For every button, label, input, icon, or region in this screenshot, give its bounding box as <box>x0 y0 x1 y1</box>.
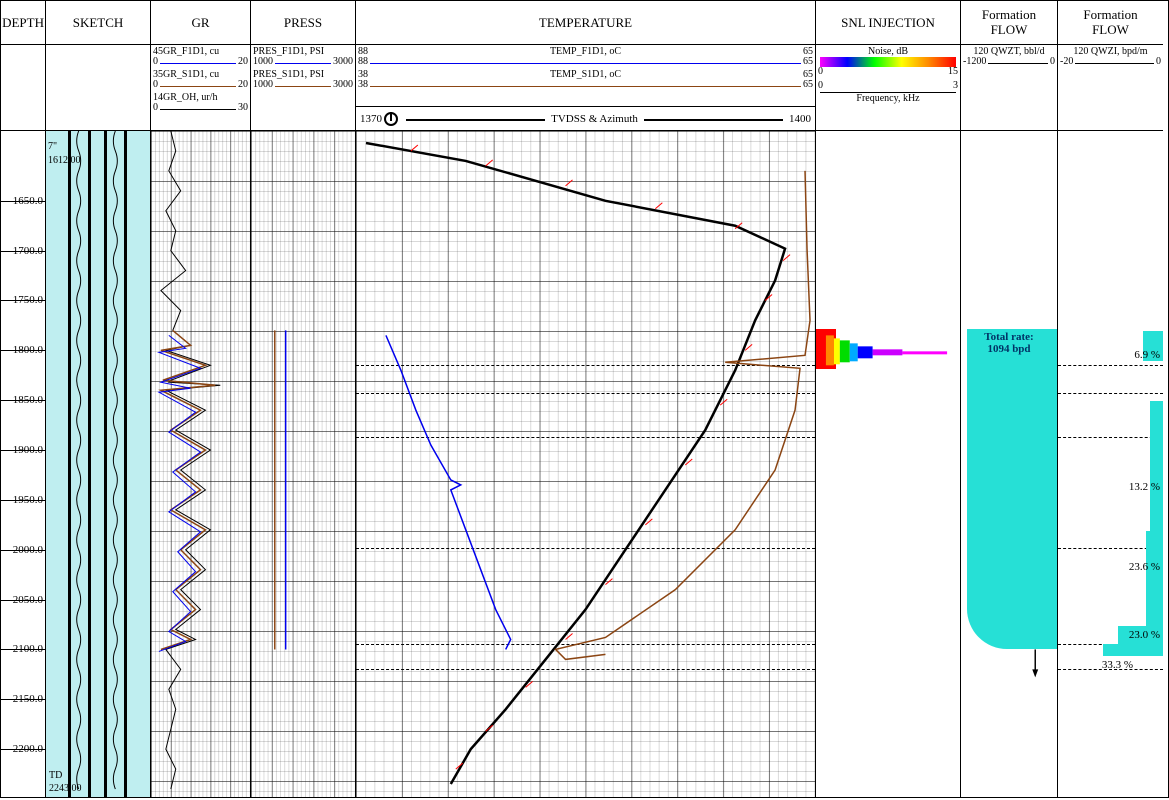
flow1-plot: Total rate: 1094 bpd <box>961 131 1057 797</box>
flow2-pct-2: 23.6 % <box>1129 561 1160 573</box>
snl-plot <box>816 131 960 797</box>
track-snl-title: SNL INJECTION <box>816 1 960 45</box>
snl-legend: Noise, dB 0 15 0 3 Frequency, kHz <box>816 45 960 131</box>
snl-noise-label: Noise, dB <box>868 46 908 57</box>
snl-noise-max: 15 <box>948 67 958 77</box>
track-depth-title: DEPTH <box>1 1 45 45</box>
flow2-min: -20 <box>1060 57 1073 67</box>
track-press-title: PRESS <box>251 1 355 45</box>
snl-colorbar <box>820 57 956 67</box>
track-gr-title: GR <box>151 1 250 45</box>
snl-freq-label: Frequency, kHz <box>856 93 919 104</box>
td-depth: 2243.00 <box>49 783 82 794</box>
flow1-title-l2: FLOW <box>991 23 1028 37</box>
flow2-title-l2: FLOW <box>1092 23 1129 37</box>
seven-inch-depth: 1612.00 <box>48 155 81 166</box>
flow2-pct-3: 23.0 % <box>1129 629 1160 641</box>
flow2-max: 0 <box>1156 57 1161 67</box>
track-flow1-title: Formation FLOW <box>961 1 1057 45</box>
td-label: TD <box>49 770 62 781</box>
flow1-min: -1200 <box>963 57 986 67</box>
well-log: DEPTH 1650.01700.01750.01800.01850.01900… <box>0 0 1169 798</box>
track-sketch-title: SKETCH <box>46 1 150 45</box>
flow2-title-l1: Formation <box>1083 8 1137 22</box>
flow2-pct-1: 13.2 % <box>1129 481 1160 493</box>
track-gr: GR 45GR_F1D1, cu02035GR_S1D1, cu02014GR_… <box>151 1 251 797</box>
seven-inch-label: 7" <box>48 141 57 152</box>
compass-icon <box>384 112 398 126</box>
track-snl: SNL INJECTION Noise, dB 0 15 0 3 Frequency… <box>816 1 961 797</box>
flow1-max: 0 <box>1050 57 1055 67</box>
snl-freq-max: 3 <box>953 81 958 91</box>
flow2-legend: 120 QWZI, bpd/m -200 <box>1058 45 1163 131</box>
gr-plot <box>151 131 250 797</box>
track-press: PRESS PRES_F1D1, PSI10003000PRES_S1D1, P… <box>251 1 356 797</box>
flow1-legend: 120 QWZT, bbl/d -12000 <box>961 45 1057 131</box>
sketch-legend-spacer <box>46 45 150 131</box>
sketch-plot: 7" 1612.00 TD 2243.00 <box>46 131 150 797</box>
track-flow2: Formation FLOW 120 QWZI, bpd/m -200 6.9 … <box>1058 1 1163 797</box>
track-sketch: SKETCH 7" 1612.00 TD 2243.00 <box>46 1 151 797</box>
flow1-title-l1: Formation <box>982 8 1036 22</box>
track-depth: DEPTH 1650.01700.01750.01800.01850.01900… <box>1 1 46 797</box>
track-temp-title: TEMPERATURE <box>356 1 815 45</box>
press-legend: PRES_F1D1, PSI10003000PRES_S1D1, PSI1000… <box>251 45 355 131</box>
flow2-pct-0: 6.9 % <box>1134 349 1160 361</box>
depth-legend-spacer <box>1 45 45 131</box>
snl-noise-min: 0 <box>818 67 823 77</box>
press-plot <box>251 131 355 797</box>
flow2-plot: 6.9 % 13.2 % 23.6 % 23.0 % 33.3 % <box>1058 131 1163 797</box>
tvdss-right: 1400 <box>789 113 811 125</box>
tvdss-label: TVDSS & Azimuth <box>551 113 638 125</box>
track-temp: TEMPERATURE 88TEMP_F1D1, oC65886538TEMP_… <box>356 1 816 797</box>
depth-plot: 1650.01700.01750.01800.01850.01900.01950… <box>1 131 45 797</box>
tvdss-left: 1370 <box>360 113 382 125</box>
temp-tvdss-header: 1370 TVDSS & Azimuth 1400 <box>356 107 815 131</box>
snl-freq-min: 0 <box>818 81 823 91</box>
flow2-pct-4: 33.3 % <box>1102 659 1133 671</box>
gr-legend: 45GR_F1D1, cu02035GR_S1D1, cu02014GR_OH,… <box>151 45 250 131</box>
temp-legend: 88TEMP_F1D1, oC65886538TEMP_S1D1, oC6538… <box>356 45 815 107</box>
track-flow1: Formation FLOW 120 QWZT, bbl/d -12000 To… <box>961 1 1058 797</box>
track-flow2-title: Formation FLOW <box>1058 1 1163 45</box>
temp-plot <box>356 131 815 797</box>
